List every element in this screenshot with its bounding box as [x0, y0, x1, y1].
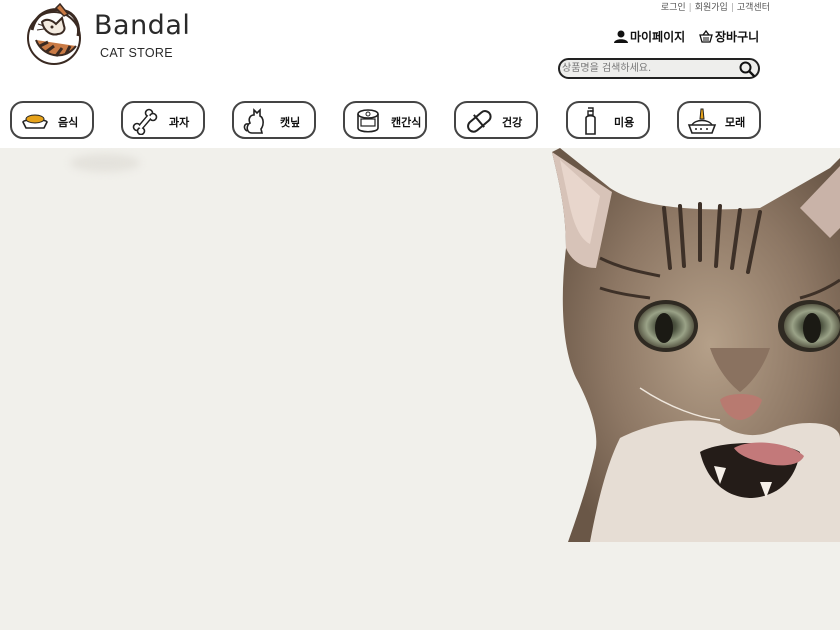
hero-banner[interactable]: [0, 148, 840, 630]
food-bowl-icon: [22, 114, 48, 129]
cat-silhouette-icon: [243, 108, 264, 134]
basket-icon: [699, 30, 713, 43]
category-label: 캣닢: [280, 116, 301, 129]
divider: |: [688, 3, 692, 13]
search-icon[interactable]: [739, 61, 755, 77]
bone-icon: [132, 108, 158, 135]
category-label: 미용: [614, 116, 635, 129]
category-litter[interactable]: 모래: [677, 101, 761, 139]
pill-icon: [467, 110, 492, 133]
mypage-link[interactable]: 마이페이지: [614, 28, 685, 45]
category-food[interactable]: 음식: [10, 101, 94, 139]
cat-photo: [552, 148, 840, 542]
category-label: 음식: [58, 116, 79, 129]
category-label: 모래: [725, 116, 746, 129]
category-grooming[interactable]: 미용: [566, 101, 650, 139]
customer-center-link[interactable]: 고객센터: [737, 0, 770, 13]
category-label: 건강: [502, 116, 523, 129]
search-input[interactable]: [562, 60, 732, 77]
site-header: Bandal CAT STORE 로그인 | 회원가입 | 고객센터 마이페이지 장바구…: [0, 0, 840, 148]
store-logo[interactable]: Bandal CAT STORE: [22, 0, 222, 72]
divider: |: [730, 3, 734, 13]
cart-label: 장바구니: [715, 30, 760, 44]
login-link[interactable]: 로그인: [661, 0, 686, 13]
mypage-label: 마이페이지: [630, 30, 686, 44]
litter-box-icon: [687, 108, 717, 134]
logo-wordmark: Bandal: [94, 10, 191, 41]
category-snacks[interactable]: 과자: [121, 101, 205, 139]
logo-subtitle: CAT STORE: [100, 46, 173, 60]
signup-link[interactable]: 회원가입: [695, 0, 728, 13]
category-label: 과자: [169, 116, 190, 129]
shampoo-bottle-icon: [585, 107, 596, 135]
cart-link[interactable]: 장바구니: [699, 28, 759, 45]
category-canned[interactable]: 캔간식: [343, 101, 427, 139]
user-icon: [614, 30, 628, 43]
category-label: 캔간식: [391, 116, 422, 129]
cat-logo-icon: [27, 2, 81, 65]
category-nav: 음식 과자 캣닢 캔간식 건강 미용 모래: [0, 101, 840, 139]
can-icon: [357, 109, 379, 133]
utility-links: 로그인 | 회원가입 | 고객센터: [661, 0, 770, 13]
category-health[interactable]: 건강: [454, 101, 538, 139]
category-catnip[interactable]: 캣닢: [232, 101, 316, 139]
search-box: [558, 58, 760, 79]
